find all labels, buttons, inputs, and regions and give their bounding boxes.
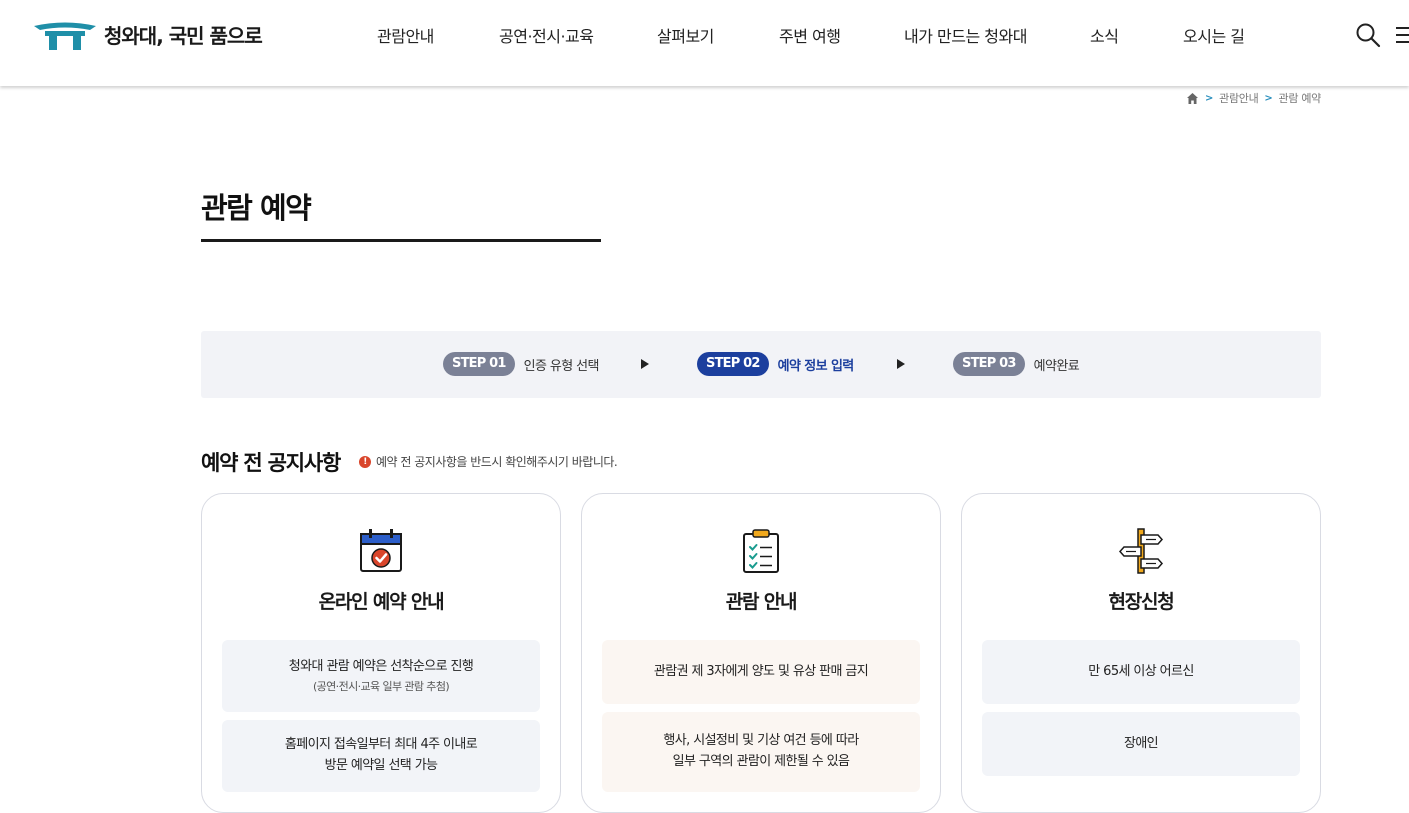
step-badge: STEP 03: [953, 352, 1025, 376]
card-item: 장애인: [982, 712, 1300, 776]
card-item-text: 청와대 관람 예약은 선착순으로 진행: [288, 658, 474, 674]
step-badge-active: STEP 02: [697, 352, 769, 376]
title-underline: [201, 239, 601, 242]
notice-card-online-reservation: 온라인 예약 안내 청와대 관람 예약은 선착순으로 진행 (공연·전시·교육 …: [201, 493, 561, 813]
card-item-text: 장애인: [1123, 735, 1159, 751]
site-logo[interactable]: 청와대, 국민 품으로: [32, 17, 263, 51]
breadcrumb: > 관람안내 > 관람 예약: [1186, 90, 1321, 106]
breadcrumb-item-current: 관람 예약: [1278, 92, 1322, 105]
nav-item-performance-exhibition[interactable]: 공연·전시·교육: [499, 23, 594, 47]
home-icon[interactable]: [1186, 92, 1199, 105]
card-item-text: 방문 예약일 선택 가능: [324, 758, 438, 773]
nav-item-my-cheongwadae[interactable]: 내가 만드는 청와대: [904, 23, 1027, 47]
card-item-note: (공연·전시·교육 일부 관람 추첨): [312, 679, 450, 693]
nav-item-explore[interactable]: 살펴보기: [657, 23, 714, 47]
card-item: 청와대 관람 예약은 선착순으로 진행 (공연·전시·교육 일부 관람 추첨): [222, 640, 540, 712]
nav-item-visit-guide[interactable]: 관람안내: [377, 23, 434, 47]
step-label-active: 예약 정보 입력: [777, 358, 855, 374]
card-item-text: 홈페이지 접속일부터 최대 4주 이내로: [284, 737, 478, 753]
info-icon: !: [359, 455, 371, 468]
card-item: 만 65세 이상 어르신: [982, 640, 1300, 704]
search-icon[interactable]: [1355, 22, 1381, 48]
step-3: STEP 03 예약완료: [953, 352, 1080, 376]
card-item-text: 만 65세 이상 어르신: [1088, 663, 1194, 679]
menu-icon[interactable]: [1394, 25, 1409, 45]
card-item: 홈페이지 접속일부터 최대 4주 이내로 방문 예약일 선택 가능: [222, 720, 540, 792]
step-arrow-icon: [897, 359, 905, 369]
breadcrumb-separator-icon: >: [1205, 92, 1214, 104]
card-item: 행사, 시설정비 및 기상 여건 등에 따라 일부 구역의 관람이 제한될 수 …: [602, 712, 920, 792]
step-badge: STEP 01: [443, 352, 515, 376]
notice-subtitle: ! 예약 전 공지사항을 반드시 확인해주시기 바랍니다.: [359, 453, 618, 470]
signpost-icon: [1118, 528, 1164, 574]
step-2: STEP 02 예약 정보 입력: [697, 352, 854, 376]
nav-item-news[interactable]: 소식: [1090, 23, 1119, 47]
nav-item-directions[interactable]: 오시는 길: [1183, 23, 1245, 47]
step-label: 예약완료: [1033, 358, 1080, 374]
calendar-check-icon: [360, 529, 402, 572]
card-title: 현장신청: [1108, 591, 1174, 613]
notice-subtitle-text: 예약 전 공지사항을 반드시 확인해주시기 바랍니다.: [376, 455, 618, 469]
card-title: 온라인 예약 안내: [318, 591, 445, 613]
logo-text: 청와대, 국민 품으로: [104, 23, 263, 48]
notice-title: 예약 전 공지사항: [201, 451, 341, 475]
card-item-text: 관람권 제 3자에게 양도 및 유상 판매 금지: [653, 663, 869, 679]
nav-item-nearby-travel[interactable]: 주변 여행: [779, 23, 841, 47]
card-item-text: 일부 구역의 관람이 제한될 수 있음: [672, 754, 850, 769]
step-arrow-icon: [641, 359, 649, 369]
page-title: 관람 예약: [201, 191, 312, 225]
clipboard-checklist-icon: [743, 529, 779, 573]
card-title: 관람 안내: [725, 591, 798, 613]
card-item-text: 행사, 시설정비 및 기상 여건 등에 따라: [663, 733, 859, 749]
step-label: 인증 유형 선택: [523, 358, 600, 374]
site-header: 청와대, 국민 품으로 관람안내 공연·전시·교육 살펴보기 주변 여행 내가 …: [0, 0, 1409, 86]
notice-card-visit-guide: 관람 안내 관람권 제 3자에게 양도 및 유상 판매 금지 행사, 시설정비 …: [581, 493, 941, 813]
breadcrumb-separator-icon: >: [1264, 92, 1273, 104]
step-1: STEP 01 인증 유형 선택: [443, 352, 599, 376]
reservation-steps: STEP 01 인증 유형 선택 STEP 02 예약 정보 입력 STEP 0…: [201, 331, 1321, 398]
breadcrumb-item-visit-guide[interactable]: 관람안내: [1219, 90, 1259, 106]
card-item: 관람권 제 3자에게 양도 및 유상 판매 금지: [602, 640, 920, 704]
notice-card-on-site-application: 현장신청 만 65세 이상 어르신 장애인: [961, 493, 1321, 813]
cheongwadae-logo-icon: [34, 22, 96, 50]
